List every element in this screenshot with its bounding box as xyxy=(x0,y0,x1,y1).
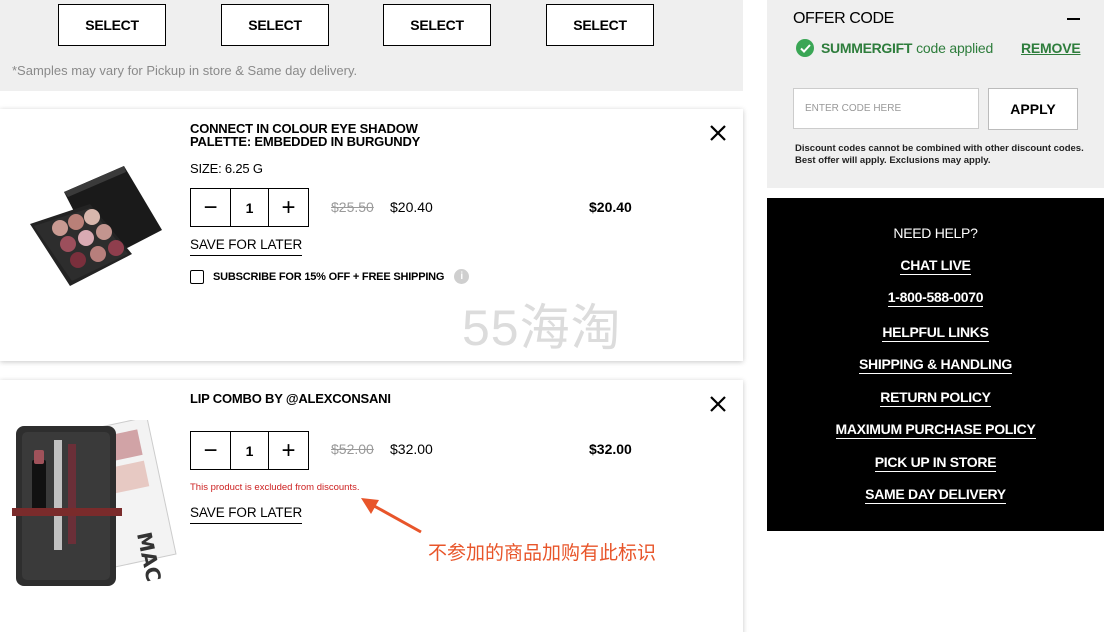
shipping-handling-label[interactable]: SHIPPING & HANDLING xyxy=(859,356,1012,374)
eyeshadow-palette-image xyxy=(30,166,162,286)
apply-code-button[interactable]: APPLY xyxy=(988,88,1078,130)
save-for-later-link[interactable]: SAVE FOR LATER xyxy=(190,237,302,256)
maximum-purchase-policy-link[interactable]: MAXIMUM PURCHASE POLICY xyxy=(767,421,1104,439)
helpful-links-label[interactable]: HELPFUL LINKS xyxy=(882,324,989,342)
quantity-value[interactable]: 1 xyxy=(230,189,269,226)
helpful-links-link[interactable]: HELPFUL LINKS xyxy=(767,324,1104,342)
close-icon[interactable] xyxy=(708,123,728,143)
same-day-delivery-label[interactable]: SAME DAY DELIVERY xyxy=(865,486,1006,504)
chat-live-link[interactable]: CHAT LIVE xyxy=(767,257,1104,275)
close-icon[interactable] xyxy=(708,394,728,414)
applied-code-suffix: code applied xyxy=(916,40,994,56)
save-for-later-link[interactable]: SAVE FOR LATER xyxy=(190,505,302,524)
need-help-panel: NEED HELP? CHAT LIVE 1-800-588-0070 HELP… xyxy=(767,198,1104,531)
chat-live-label[interactable]: CHAT LIVE xyxy=(900,257,971,275)
excluded-from-discounts-message: This product is excluded from discounts. xyxy=(190,482,360,493)
offer-code-input[interactable] xyxy=(793,88,979,129)
line-total: $32.00 xyxy=(589,441,632,457)
same-day-delivery-link[interactable]: SAME DAY DELIVERY xyxy=(767,486,1104,504)
help-title-text: NEED HELP? xyxy=(893,225,978,241)
cart-item: CONNECT IN COLOUR EYE SHADOW PALETTE: EM… xyxy=(0,109,743,361)
product-name[interactable]: PALETTE: EMBEDDED IN BURGUNDY xyxy=(190,135,420,148)
samples-note: *Samples may vary for Pickup in store & … xyxy=(12,63,358,78)
discount-note: Discount codes cannot be combined with o… xyxy=(795,143,1084,166)
quantity-value[interactable]: 1 xyxy=(230,432,269,469)
original-price: $25.50 xyxy=(331,199,374,215)
applied-code-status: SUMMERGIFT code applied xyxy=(796,39,993,57)
subscribe-label: SUBSCRIBE FOR 15% OFF + FREE SHIPPING xyxy=(213,270,445,283)
select-sample-button[interactable]: SELECT xyxy=(221,4,329,46)
select-sample-button[interactable]: SELECT xyxy=(546,4,654,46)
offer-code-title: OFFER CODE xyxy=(793,10,894,27)
phone-label[interactable]: 1-800-588-0070 xyxy=(887,289,984,307)
pick-up-in-store-label[interactable]: PICK UP IN STORE xyxy=(874,454,997,472)
select-sample-button[interactable]: SELECT xyxy=(383,4,491,46)
product-name[interactable]: LIP COMBO BY @ALEXCONSANI xyxy=(190,392,391,405)
select-sample-button[interactable]: SELECT xyxy=(58,4,166,46)
quantity-stepper: − 1 + xyxy=(190,431,309,470)
lip-combo-image: MAC xyxy=(12,420,177,586)
sale-price: $20.40 xyxy=(390,199,433,215)
collapse-minus-icon[interactable] xyxy=(1067,18,1080,20)
maximum-purchase-policy-label[interactable]: MAXIMUM PURCHASE POLICY xyxy=(835,421,1036,439)
line-total: $20.40 xyxy=(589,199,632,215)
applied-code: SUMMERGIFT xyxy=(821,40,913,56)
original-price: $52.00 xyxy=(331,441,374,457)
remove-code-link[interactable]: REMOVE xyxy=(1021,40,1081,56)
increase-quantity-button[interactable]: + xyxy=(269,189,308,226)
shipping-handling-link[interactable]: SHIPPING & HANDLING xyxy=(767,356,1104,374)
quantity-stepper: − 1 + xyxy=(190,188,309,227)
increase-quantity-button[interactable]: + xyxy=(269,432,308,469)
samples-section: SELECT SELECT SELECT SELECT *Samples may… xyxy=(0,0,743,91)
return-policy-label[interactable]: RETURN POLICY xyxy=(880,389,991,407)
return-policy-link[interactable]: RETURN POLICY xyxy=(767,389,1104,407)
watermark: 55海淘 xyxy=(462,300,622,356)
subscribe-checkbox[interactable] xyxy=(190,269,204,284)
sale-price: $32.00 xyxy=(390,441,433,457)
check-circle-icon xyxy=(796,39,814,57)
help-title: NEED HELP? xyxy=(767,225,1104,241)
decrease-quantity-button[interactable]: − xyxy=(191,432,230,469)
product-size: SIZE: 6.25 G xyxy=(190,161,263,176)
phone-link[interactable]: 1-800-588-0070 xyxy=(767,289,1104,307)
decrease-quantity-button[interactable]: − xyxy=(191,189,230,226)
annotation-arrow-icon xyxy=(361,498,422,534)
info-icon[interactable]: i xyxy=(454,269,470,284)
annotation-note: 不参加的商品加购有此标识 xyxy=(428,543,657,564)
subscribe-option: SUBSCRIBE FOR 15% OFF + FREE SHIPPING i xyxy=(190,269,470,284)
offer-code-panel: OFFER CODE SUMMERGIFT code applied REMOV… xyxy=(767,0,1104,188)
pick-up-in-store-link[interactable]: PICK UP IN STORE xyxy=(767,454,1104,472)
